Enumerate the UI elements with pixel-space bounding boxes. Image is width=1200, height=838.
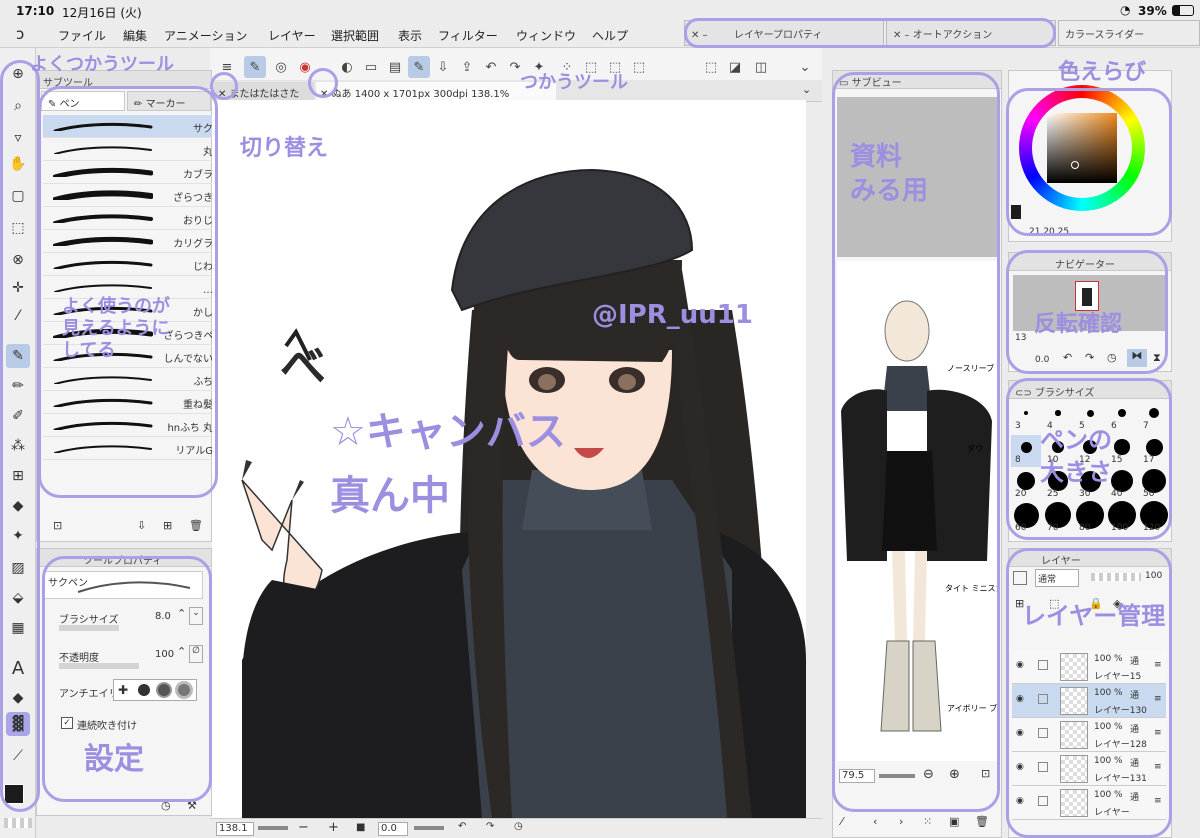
- annotation-settings: 設定: [84, 742, 144, 777]
- annotation-canvas-center: ☆キャンバス 真ん中: [330, 409, 566, 519]
- zoom-out-icon[interactable]: −: [298, 820, 309, 835]
- trash-icon[interactable]: 🗑: [975, 815, 989, 828]
- expand-icon[interactable]: ⬚: [628, 56, 650, 78]
- menu-layer[interactable]: レイヤー: [268, 27, 316, 44]
- import-icon[interactable]: ⇩: [137, 519, 146, 532]
- export-icon[interactable]: ⇩: [432, 56, 454, 78]
- status-battery: 39%: [1138, 4, 1167, 18]
- rotate-right-icon[interactable]: ↷: [486, 821, 494, 832]
- open-folder-icon[interactable]: ▤: [384, 56, 406, 78]
- annotation-box-tools: [0, 60, 40, 812]
- app-logo-icon[interactable]: ↄ: [16, 25, 24, 43]
- annotation-color: 色えらび: [1058, 60, 1147, 85]
- right-iris: [618, 374, 636, 390]
- new-file-icon[interactable]: ▭: [360, 56, 382, 78]
- stop-icon[interactable]: ■: [356, 822, 365, 833]
- annotation-pen-size: ペンの 大きさ: [1040, 426, 1112, 486]
- annotation-box-brushes: [38, 86, 218, 498]
- color-slider-window[interactable]: カラースライダー: [1058, 20, 1200, 46]
- window-title: カラースライダー: [1065, 30, 1145, 41]
- tab-bar: ✕ またはたはさた ✕ ぬあ 1400 x 1701px 300dpi 138.…: [210, 80, 822, 102]
- next-icon[interactable]: ›: [899, 815, 903, 828]
- menu-help[interactable]: ヘルプ: [592, 27, 628, 44]
- menu-selection[interactable]: 選択範囲: [331, 27, 379, 44]
- grid-icon[interactable]: ⁙: [923, 815, 932, 828]
- annotation-circle-tab1: [210, 72, 238, 100]
- annotation-often-brush: よく使うのが 見えるように してる: [62, 296, 170, 361]
- annotation-box-layer: [1006, 548, 1172, 838]
- zoom-in-icon[interactable]: +: [328, 820, 339, 835]
- chevron-down-icon[interactable]: ⌄: [802, 83, 811, 96]
- menu-window[interactable]: ウィンドウ: [516, 27, 576, 44]
- annotation-box-floating: [684, 18, 1056, 48]
- menu-file[interactable]: ファイル: [58, 27, 106, 44]
- annotation-watermark: @IPR_uu11: [592, 300, 753, 330]
- rotate-value[interactable]: 0.0: [378, 822, 408, 836]
- annotation-reference: 資料 みる用: [850, 142, 929, 206]
- share-icon[interactable]: ⇪: [456, 56, 478, 78]
- prev-icon[interactable]: ‹: [873, 815, 877, 828]
- transform-icon[interactable]: ⬚: [700, 56, 722, 78]
- chevron-down-icon[interactable]: ⌄: [794, 56, 816, 78]
- left-iris: [538, 374, 556, 390]
- settings-icon[interactable]: ⊡: [53, 519, 62, 532]
- eyedropper-icon[interactable]: ⁄: [841, 815, 843, 828]
- pen-tool-icon[interactable]: ✎: [244, 56, 266, 78]
- battery-icon: [1172, 5, 1194, 16]
- copy-icon[interactable]: ⊞: [163, 519, 172, 532]
- import-image-icon[interactable]: ▣: [949, 815, 959, 828]
- status-date: 12月16日 (火): [62, 6, 142, 20]
- annotation-layer-manage: レイヤー管理: [1022, 602, 1166, 630]
- menu-view[interactable]: 表示: [398, 27, 422, 44]
- trash-icon[interactable]: 🗑: [189, 519, 203, 532]
- annotation-switch: 切り替え: [240, 136, 329, 161]
- annotation-be: べ: [280, 339, 326, 393]
- annotation-circle-tab2: [308, 68, 338, 98]
- wifi-icon: ◔: [1120, 3, 1131, 17]
- zoom-slider[interactable]: [258, 826, 288, 830]
- annotation-often-tools: よくつかうツール: [30, 54, 174, 75]
- menu-filter[interactable]: フィルター: [438, 27, 498, 44]
- spiral-icon[interactable]: ◎: [270, 56, 292, 78]
- rotate-left-icon[interactable]: ↶: [458, 821, 466, 832]
- transparent-swatch[interactable]: [4, 818, 32, 828]
- annotation-use-tools: つかうツール: [520, 72, 628, 93]
- reset-rotate-icon[interactable]: ◷: [514, 821, 523, 832]
- fill-icon[interactable]: ◫: [750, 56, 772, 78]
- rotate-slider[interactable]: [414, 826, 444, 830]
- menu-edit[interactable]: 編集: [123, 27, 147, 44]
- status-time: 17:10: [16, 4, 55, 18]
- eye-icon[interactable]: ◐: [336, 56, 358, 78]
- undo-icon[interactable]: ↶: [480, 56, 502, 78]
- canvas-status-bar: 138.1 − + ■ 0.0 ↶ ↷ ◷: [210, 818, 822, 838]
- zoom-value[interactable]: 138.1: [216, 822, 254, 836]
- annotation-box-color: [1006, 88, 1172, 236]
- crop-icon[interactable]: ◪: [724, 56, 746, 78]
- pen-icon[interactable]: ✎: [408, 56, 430, 78]
- annotation-flip-check: 反転確認: [1034, 312, 1123, 337]
- menu-animation[interactable]: アニメーション: [164, 27, 248, 44]
